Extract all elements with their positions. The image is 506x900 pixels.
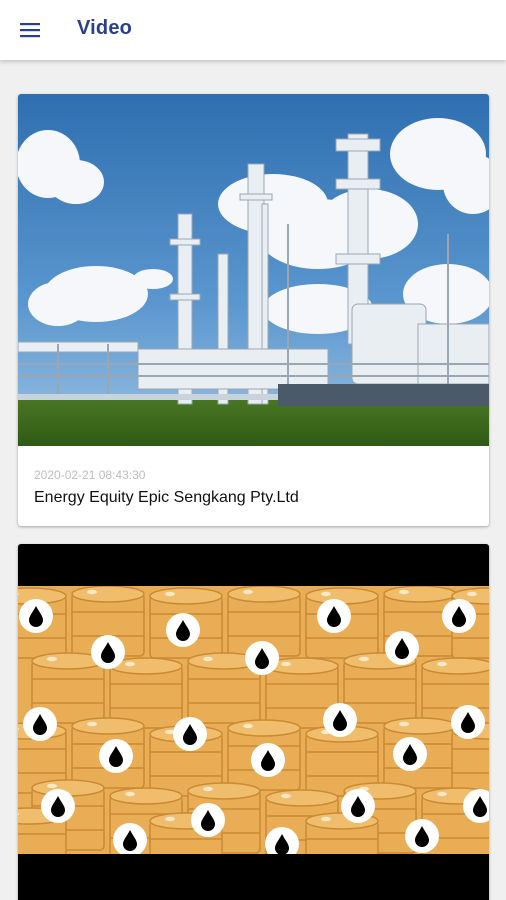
- menu-button[interactable]: [10, 12, 50, 48]
- video-card-meta: 2020-02-21 08:43:30 Energy Equity Epic S…: [34, 468, 473, 508]
- video-date: 2020-02-21 08:43:30: [34, 468, 146, 482]
- video-thumbnail[interactable]: [18, 544, 489, 900]
- video-thumbnail[interactable]: [18, 94, 489, 446]
- video-card[interactable]: 2020-02-21 08:43:30 Energy Equity Epic S…: [18, 94, 489, 526]
- video-title[interactable]: Energy Equity Epic Sengkang Pty.Ltd: [34, 488, 473, 508]
- page-title: Video: [77, 17, 133, 39]
- app-bar: Video: [0, 0, 506, 60]
- video-card[interactable]: [18, 544, 489, 900]
- hamburger-menu-icon: [20, 23, 40, 38]
- video-feed[interactable]: 2020-02-21 08:43:30 Energy Equity Epic S…: [0, 60, 506, 900]
